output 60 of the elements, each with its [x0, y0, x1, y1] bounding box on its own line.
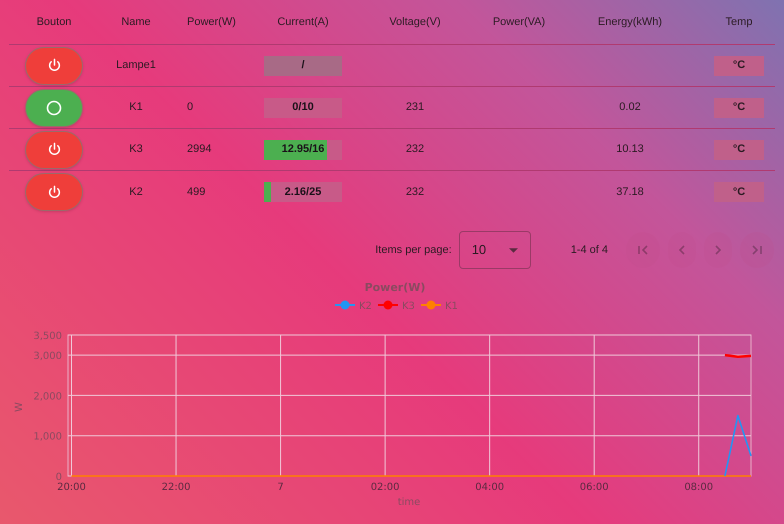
- circle-icon: [46, 100, 62, 116]
- table-cell: 499: [187, 186, 206, 198]
- page-range: 1-4 of 4: [570, 242, 608, 258]
- column-header: Name: [121, 16, 151, 28]
- power-button[interactable]: [25, 88, 83, 126]
- table-cell: 0: [187, 101, 194, 114]
- y-tick-label: 3,500: [33, 331, 62, 342]
- x-tick-label: 22:00: [162, 482, 190, 493]
- table-cell: 232: [406, 186, 424, 198]
- power-button[interactable]: [25, 130, 83, 168]
- x-tick-label: 08:00: [684, 482, 714, 493]
- x-tick-label: 20:00: [57, 482, 86, 493]
- power-button[interactable]: [25, 173, 83, 211]
- temperature-badge: °C: [714, 182, 764, 202]
- x-tick-label: 06:00: [580, 482, 609, 493]
- y-axis-label: W: [14, 402, 25, 412]
- table-cell: K2: [129, 186, 143, 198]
- temperature-badge: °C: [714, 56, 764, 76]
- power-icon: [46, 142, 62, 157]
- legend-label: K3: [402, 301, 415, 312]
- column-header: Current(A): [277, 16, 329, 28]
- column-header: Bouton: [36, 16, 72, 28]
- table-cell: 231: [406, 101, 424, 114]
- table-cell: 0.02: [619, 101, 641, 114]
- power-icon: [46, 58, 62, 73]
- current-reading: 0/10: [292, 100, 314, 116]
- column-header: Energy(kWh): [598, 16, 662, 28]
- current-reading: 2.16/25: [284, 184, 322, 200]
- column-header: Voltage(V): [389, 16, 441, 28]
- y-tick-label: 2,000: [33, 391, 62, 402]
- column-header: Temp: [726, 16, 752, 28]
- x-axis-label: time: [398, 497, 420, 508]
- page-size-select[interactable]: 10: [458, 231, 531, 269]
- items-per-page-label: Items per page:: [375, 242, 452, 258]
- table-cell: 37.18: [616, 186, 644, 198]
- x-tick-label: 02:00: [370, 482, 400, 493]
- chart-title: Power(W): [364, 281, 426, 294]
- column-header: Power(VA): [492, 16, 546, 28]
- series-line: [724, 354, 752, 358]
- power-button[interactable]: [25, 46, 83, 84]
- column-header: Power(W): [187, 16, 236, 28]
- y-tick-label: 3,000: [33, 351, 62, 362]
- power-icon: [46, 184, 62, 200]
- table-cell: K1: [129, 101, 143, 114]
- current-reading: 12.95/16: [282, 142, 324, 158]
- table-cell: Lampe1: [116, 59, 156, 72]
- current-reading: /: [301, 58, 305, 74]
- legend-label: K1: [445, 301, 458, 312]
- legend-label: K2: [359, 301, 372, 312]
- table-cell: 10.13: [616, 143, 644, 156]
- x-tick-label: 04:00: [475, 482, 504, 493]
- table-cell: 2994: [187, 143, 212, 156]
- y-tick-label: 1,000: [33, 432, 62, 443]
- temperature-badge: °C: [714, 98, 764, 118]
- y-tick-label: 0: [56, 472, 62, 483]
- x-tick-label: 7: [277, 482, 284, 493]
- caret-icon: [508, 248, 518, 252]
- table-cell: K3: [129, 143, 143, 156]
- table-cell: 232: [406, 143, 424, 156]
- temperature-badge: °C: [714, 140, 764, 160]
